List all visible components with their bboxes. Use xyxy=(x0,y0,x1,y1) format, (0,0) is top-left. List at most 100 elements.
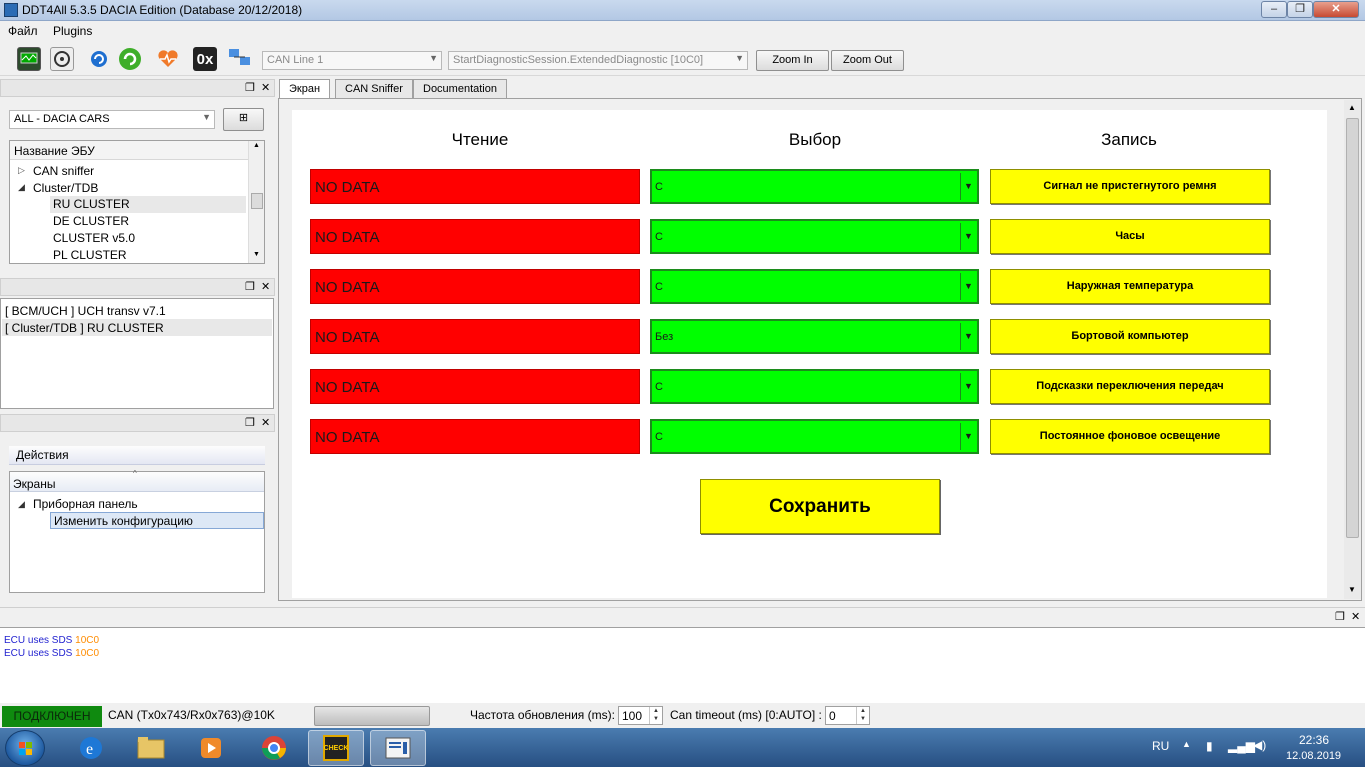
write-button[interactable]: Подсказки переключения передач xyxy=(990,369,1270,404)
float-icon[interactable]: ❐ xyxy=(245,416,255,429)
zoom-in-button[interactable]: Zoom In xyxy=(756,50,829,71)
scroll-down-icon[interactable]: ▼ xyxy=(1348,585,1356,594)
save-button[interactable]: Сохранить xyxy=(700,479,940,534)
collapse-icon[interactable]: ◢ xyxy=(18,182,25,193)
network-hand-icon[interactable] xyxy=(227,47,251,71)
screens-dock-header: ❐ ✕ xyxy=(0,414,275,432)
write-button[interactable]: Часы xyxy=(990,219,1270,254)
tree-item-cluster-tdb[interactable]: Cluster/TDB xyxy=(33,181,98,195)
option-select[interactable]: С ▼ xyxy=(650,219,979,254)
spin-arrows-icon[interactable]: ▲ ▼ xyxy=(856,707,869,724)
scroll-up-icon[interactable]: ▲ xyxy=(1348,103,1356,112)
close-button[interactable]: ✕ xyxy=(1313,1,1359,18)
tray-expand-icon[interactable]: ▲ xyxy=(1182,739,1191,749)
start-button[interactable] xyxy=(5,730,45,766)
float-icon[interactable]: ❐ xyxy=(1335,610,1345,623)
chevron-down-icon: ▼ xyxy=(202,112,211,122)
option-select-value: Без xyxy=(655,331,674,343)
open-ecu-dock-header: ❐ ✕ xyxy=(0,278,275,296)
check-app-icon[interactable]: CHECK xyxy=(308,730,364,766)
ddt4all-icon[interactable] xyxy=(370,730,426,766)
tab-can-sniffer[interactable]: CAN Sniffer xyxy=(335,79,413,98)
menu-file[interactable]: Файл xyxy=(8,24,38,38)
tree-item-can-sniffer[interactable]: CAN sniffer xyxy=(33,164,94,178)
heart-add-icon[interactable] xyxy=(156,47,180,71)
hex-icon[interactable]: 0x xyxy=(193,47,217,71)
battery-icon[interactable]: ▮ xyxy=(1206,739,1213,753)
tree-item-change-config[interactable]: Изменить конфигурацию xyxy=(50,512,264,529)
spin-arrows-icon[interactable]: ▲ ▼ xyxy=(649,707,662,724)
option-select[interactable]: Без ▼ xyxy=(650,319,979,354)
refresh-icon[interactable] xyxy=(87,47,111,71)
option-select[interactable]: С ▼ xyxy=(650,269,979,304)
log-line: ECU uses SDS 10C0 xyxy=(4,635,100,646)
screen-scrollbar[interactable]: ▲ ▼ xyxy=(1344,100,1361,599)
refresh-rate-spinbox[interactable]: 100 ▲ ▼ xyxy=(618,706,663,725)
option-select[interactable]: С ▼ xyxy=(650,169,979,204)
write-button[interactable]: Наружная температура xyxy=(990,269,1270,304)
scroll-thumb[interactable] xyxy=(1346,118,1359,538)
tree-item-pl-cluster[interactable]: PL CLUSTER xyxy=(53,248,127,262)
collapse-icon[interactable]: ◢ xyxy=(18,499,25,510)
float-icon[interactable]: ❐ xyxy=(245,280,255,293)
ecu-tree-scrollbar[interactable]: ▲ ▼ xyxy=(248,141,264,263)
reading-value: NO DATA xyxy=(310,169,640,204)
session-value: StartDiagnosticSession.ExtendedDiagnosti… xyxy=(453,54,704,66)
chrome-icon[interactable] xyxy=(246,730,302,766)
connect-icon[interactable] xyxy=(118,47,142,71)
language-indicator[interactable]: RU xyxy=(1152,739,1169,753)
write-button[interactable]: Постоянное фоновое освещение xyxy=(990,419,1270,454)
qr-search-icon: ⊞ xyxy=(238,112,249,124)
open-ecu-item[interactable]: [ BCM/UCH ] UCH transv v7.1 xyxy=(5,304,166,318)
menu-plugins[interactable]: Plugins xyxy=(53,24,92,38)
tab-actions[interactable]: Действия xyxy=(9,446,265,465)
option-select[interactable]: С ▼ xyxy=(650,419,979,454)
explorer-icon[interactable] xyxy=(123,730,179,766)
signal-icon[interactable]: ▂▄▆ xyxy=(1228,739,1255,753)
can-timeout-spinbox[interactable]: 0 ▲ ▼ xyxy=(825,706,870,725)
tree-item-cluster-v5[interactable]: CLUSTER v5.0 xyxy=(53,231,135,245)
volume-icon[interactable]: ◀) xyxy=(1253,738,1266,752)
option-select[interactable]: С ▼ xyxy=(650,369,979,404)
clock-time[interactable]: 22:36 xyxy=(1299,733,1329,747)
vehicle-filter-select[interactable]: ALL - DACIA CARS ▼ xyxy=(9,110,215,129)
close-icon[interactable]: ✕ xyxy=(261,280,270,293)
scroll-down-icon[interactable]: ▼ xyxy=(253,251,260,258)
tree-item-ru-cluster[interactable]: RU CLUSTER xyxy=(50,196,246,213)
reading-value: NO DATA xyxy=(310,369,640,404)
ecu-scan-icon[interactable] xyxy=(50,47,74,71)
close-icon[interactable]: ✕ xyxy=(1351,610,1360,623)
close-icon[interactable]: ✕ xyxy=(261,81,270,94)
tree-item-dashboard[interactable]: Приборная панель xyxy=(33,497,138,511)
can-line-select[interactable]: CAN Line 1 ▼ xyxy=(262,51,442,70)
scroll-up-icon[interactable]: ▲ xyxy=(253,142,260,149)
close-icon[interactable]: ✕ xyxy=(261,416,270,429)
log-line: ECU uses SDS 10C0 xyxy=(4,648,100,659)
tree-item-de-cluster[interactable]: DE CLUSTER xyxy=(53,214,129,228)
refresh-rate-label: Частота обновления (ms): xyxy=(470,708,615,722)
windows-logo-icon xyxy=(19,742,32,755)
media-player-icon[interactable] xyxy=(183,730,239,766)
open-ecu-item-selected[interactable]: [ Cluster/TDB ] RU CLUSTER xyxy=(2,319,272,336)
monitor-icon[interactable] xyxy=(17,47,41,71)
open-ecu-list: [ BCM/UCH ] UCH transv v7.1 [ Cluster/TD… xyxy=(0,298,274,409)
clock-date[interactable]: 12.08.2019 xyxy=(1286,750,1341,762)
tab-documentation[interactable]: Documentation xyxy=(413,79,507,98)
tab-screen[interactable]: Экран xyxy=(279,79,331,99)
minimize-button[interactable]: – xyxy=(1261,1,1287,18)
zoom-out-button[interactable]: Zoom Out xyxy=(831,50,904,71)
expand-icon[interactable]: ▷ xyxy=(18,165,25,176)
scan-search-button[interactable]: ⊞ xyxy=(223,108,264,131)
scroll-thumb[interactable] xyxy=(251,193,263,209)
can-info: CAN (Tx0x743/Rx0x763)@10K xyxy=(108,708,275,722)
write-button[interactable]: Бортовой компьютер xyxy=(990,319,1270,354)
status-bar: ПОДКЛЮЧЕН CAN (Tx0x743/Rx0x763)@10K Част… xyxy=(0,703,1365,728)
window-title: DDT4All 5.3.5 DACIA Edition (Database 20… xyxy=(22,3,303,17)
screens-tree: Экраны ^ ◢ Приборная панель Изменить кон… xyxy=(9,469,265,593)
float-icon[interactable]: ❐ xyxy=(245,81,255,94)
write-button[interactable]: Сигнал не пристегнутого ремня xyxy=(990,169,1270,204)
maximize-button[interactable]: ❐ xyxy=(1287,1,1313,18)
session-select[interactable]: StartDiagnosticSession.ExtendedDiagnosti… xyxy=(448,51,748,70)
ie-icon[interactable]: e xyxy=(63,730,119,766)
option-select-value: С xyxy=(655,431,663,443)
